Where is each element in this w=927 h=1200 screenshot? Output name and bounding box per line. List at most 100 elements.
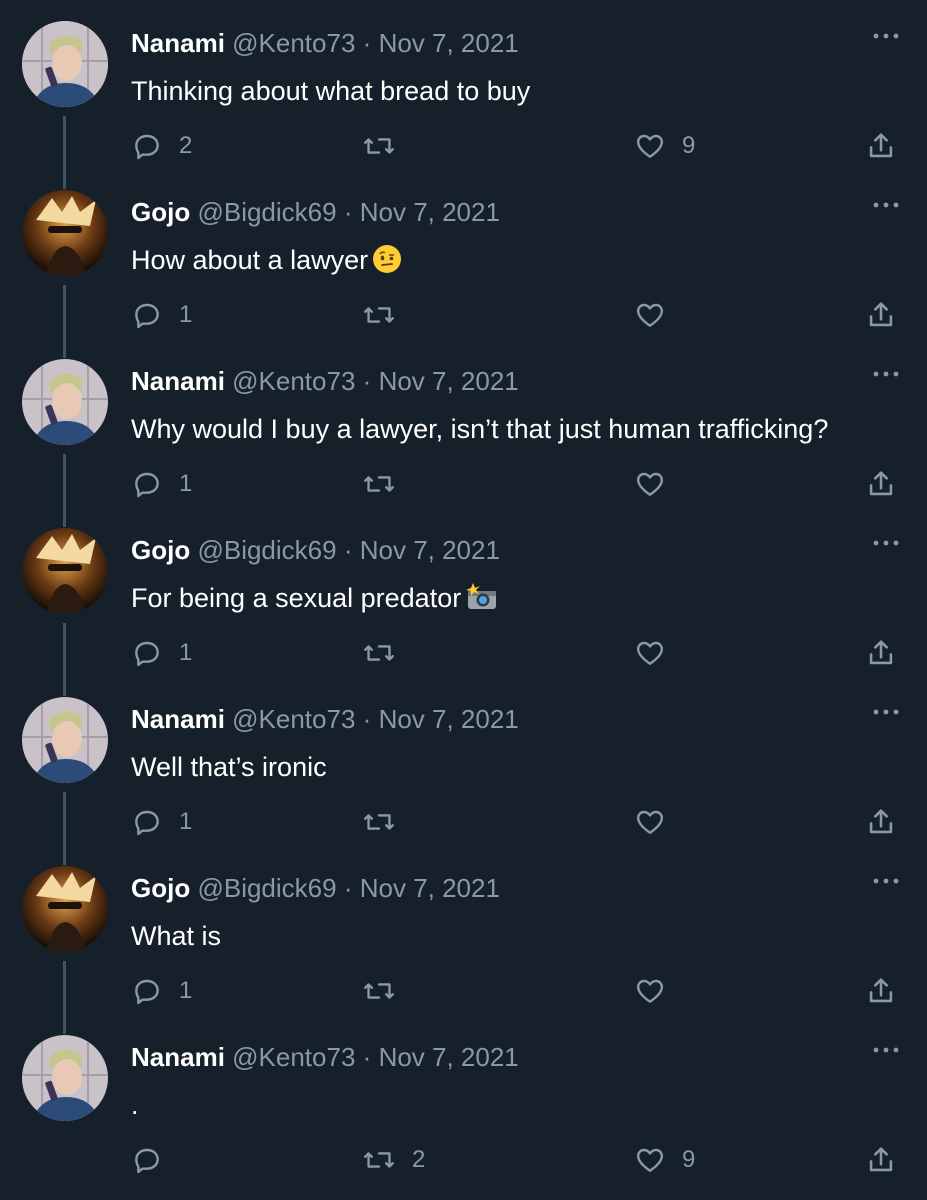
reply-count: 1 [179, 977, 193, 1004]
more-icon[interactable] [871, 364, 901, 384]
display-name[interactable]: Gojo [131, 197, 190, 227]
tweet-date[interactable]: Nov 7, 2021 [379, 28, 519, 58]
retweet-icon [364, 645, 394, 661]
more-icon[interactable] [871, 871, 901, 891]
reply-button[interactable]: 2 [131, 128, 192, 164]
like-button[interactable] [634, 297, 682, 333]
tweet-text: How about a lawyer [131, 243, 402, 277]
reply-icon [135, 979, 159, 1005]
like-button[interactable]: 9 [634, 1142, 695, 1178]
retweet-button[interactable] [362, 128, 412, 164]
retweet-button[interactable]: 2 [362, 1142, 425, 1178]
like-icon [636, 641, 664, 665]
reply-button[interactable] [131, 1142, 179, 1178]
share-icon [869, 978, 893, 1003]
separator: · [362, 28, 372, 58]
share-button[interactable] [864, 973, 898, 1009]
tweet-text: What is [131, 919, 221, 953]
share-button[interactable] [864, 804, 898, 840]
tweet-actions: 1 [0, 466, 927, 502]
reply-button[interactable]: 1 [131, 804, 192, 840]
tweet-actions: 1 [0, 804, 927, 840]
reply-count: 1 [179, 639, 193, 666]
retweet-button[interactable] [362, 635, 412, 671]
avatar-nanami[interactable] [22, 359, 108, 445]
separator: · [362, 1042, 372, 1072]
tweet-actions: 1 [0, 973, 927, 1009]
like-icon [636, 810, 664, 834]
tweet-date[interactable]: Nov 7, 2021 [360, 535, 500, 565]
avatar-nanami[interactable] [22, 1035, 108, 1121]
separator: · [343, 535, 353, 565]
share-button[interactable] [864, 128, 898, 164]
tweet[interactable]: Gojo @Bigdick69 · Nov 7, 2021 For being … [0, 507, 927, 696]
avatar-gojo[interactable] [22, 866, 108, 952]
more-icon[interactable] [871, 533, 901, 553]
avatar-gojo[interactable] [22, 190, 108, 276]
user-handle[interactable]: @Bigdick69 [197, 535, 336, 565]
like-count: 9 [682, 132, 696, 159]
user-handle[interactable]: @Bigdick69 [197, 197, 336, 227]
more-icon[interactable] [871, 26, 901, 46]
tweet-text: . [131, 1088, 139, 1122]
tweet[interactable]: Nanami @Kento73 · Nov 7, 2021 Thinking a… [0, 0, 927, 189]
avatar-nanami[interactable] [22, 21, 108, 107]
tweet[interactable]: Nanami @Kento73 · Nov 7, 2021 Why would … [0, 338, 927, 527]
separator: · [362, 704, 372, 734]
tweet-date[interactable]: Nov 7, 2021 [379, 704, 519, 734]
reply-button[interactable]: 1 [131, 635, 192, 671]
tweet[interactable]: Nanami @Kento73 · Nov 7, 2021 Well that’… [0, 676, 927, 865]
display-name[interactable]: Nanami [131, 28, 225, 58]
share-button[interactable] [864, 466, 898, 502]
avatar-gojo[interactable] [22, 528, 108, 614]
more-icon[interactable] [871, 1040, 901, 1060]
more-icon[interactable] [871, 702, 901, 722]
user-handle[interactable]: @Kento73 [232, 366, 355, 396]
tweet[interactable]: Nanami @Kento73 · Nov 7, 2021 . 2 9 [0, 1014, 927, 1183]
reply-button[interactable]: 1 [131, 973, 192, 1009]
like-button[interactable]: 9 [634, 128, 695, 164]
retweet-icon [364, 307, 394, 323]
like-icon [636, 979, 664, 1003]
tweet-date[interactable]: Nov 7, 2021 [379, 1042, 519, 1072]
display-name[interactable]: Gojo [131, 535, 190, 565]
share-icon [869, 302, 893, 327]
share-button[interactable] [864, 297, 898, 333]
tweet[interactable]: Gojo @Bigdick69 · Nov 7, 2021 How about … [0, 169, 927, 358]
tweet[interactable]: Gojo @Bigdick69 · Nov 7, 2021 What is 1 [0, 845, 927, 1034]
reply-button[interactable]: 1 [131, 466, 192, 502]
display-name[interactable]: Nanami [131, 366, 225, 396]
avatar-nanami[interactable] [22, 697, 108, 783]
tweet-date[interactable]: Nov 7, 2021 [360, 873, 500, 903]
retweet-icon [364, 983, 394, 999]
share-icon [869, 1147, 893, 1172]
tweet-text-content: Why would I buy a lawyer, isn’t that jus… [131, 414, 829, 444]
tweet-text: For being a sexual predator [131, 581, 497, 615]
like-icon [636, 1148, 664, 1172]
retweet-button[interactable] [362, 973, 412, 1009]
retweet-button[interactable] [362, 466, 412, 502]
user-handle[interactable]: @Bigdick69 [197, 873, 336, 903]
more-icon[interactable] [871, 195, 901, 215]
like-button[interactable] [634, 804, 682, 840]
like-button[interactable] [634, 466, 682, 502]
display-name[interactable]: Gojo [131, 873, 190, 903]
user-handle[interactable]: @Kento73 [232, 28, 355, 58]
display-name[interactable]: Nanami [131, 1042, 225, 1072]
user-handle[interactable]: @Kento73 [232, 704, 355, 734]
retweet-button[interactable] [362, 804, 412, 840]
reply-count: 1 [179, 808, 193, 835]
share-button[interactable] [864, 635, 898, 671]
retweet-count: 2 [412, 1146, 426, 1173]
display-name[interactable]: Nanami [131, 704, 225, 734]
share-button[interactable] [864, 1142, 898, 1178]
user-handle[interactable]: @Kento73 [232, 1042, 355, 1072]
tweet-date[interactable]: Nov 7, 2021 [360, 197, 500, 227]
reply-button[interactable]: 1 [131, 297, 192, 333]
retweet-button[interactable] [362, 297, 412, 333]
tweet-date[interactable]: Nov 7, 2021 [379, 366, 519, 396]
tweet-header: Gojo @Bigdick69 · Nov 7, 2021 [131, 534, 500, 566]
tweet-text: Thinking about what bread to buy [131, 74, 530, 108]
like-button[interactable] [634, 635, 682, 671]
like-button[interactable] [634, 973, 682, 1009]
